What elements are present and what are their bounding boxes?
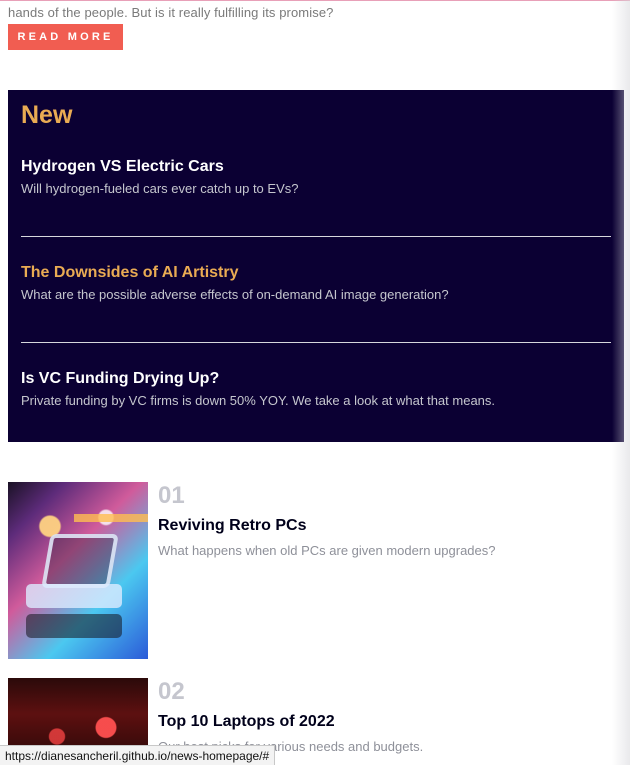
new-article-description: Private funding by VC firms is down 50% … — [21, 393, 496, 409]
new-article-divider — [21, 236, 611, 237]
new-article-item: Is VC Funding Drying Up? Private funding… — [21, 369, 611, 410]
featured-list-title[interactable]: Top 10 Laptops of 2022 — [158, 712, 608, 731]
new-article-description: Will hydrogen-fueled cars ever catch up … — [21, 181, 299, 197]
news-homepage-page: hands of the people. But is it really fu… — [0, 0, 630, 765]
featured-list-copy: 01 Reviving Retro PCs What happens when … — [158, 482, 608, 659]
list-number: 01 — [158, 482, 185, 509]
featured-list-description: What happens when old PCs are given mode… — [158, 542, 496, 558]
hero-description: hands of the people. But is it really fu… — [8, 5, 334, 20]
new-article-title[interactable]: The Downsides of AI Artistry — [21, 263, 611, 282]
new-article-description: What are the possible adverse effects of… — [21, 287, 449, 303]
new-articles-panel: New Hydrogen VS Electric Cars Will hydro… — [8, 90, 624, 442]
top-rule — [0, 0, 630, 1]
retro-pc-thumbnail[interactable] — [8, 482, 148, 659]
new-section-title: New — [21, 101, 73, 129]
featured-list-title[interactable]: Reviving Retro PCs — [158, 516, 608, 535]
new-article-divider — [21, 342, 611, 343]
new-article-title[interactable]: Hydrogen VS Electric Cars — [21, 157, 611, 176]
featured-list-item: 01 Reviving Retro PCs What happens when … — [8, 482, 608, 659]
new-article-item: Hydrogen VS Electric Cars Will hydrogen-… — [21, 157, 611, 198]
new-article-item: The Downsides of AI Artistry What are th… — [21, 263, 611, 304]
new-article-title[interactable]: Is VC Funding Drying Up? — [21, 369, 611, 388]
list-number: 02 — [158, 678, 185, 705]
read-more-button[interactable]: READ MORE — [8, 24, 123, 50]
browser-status-url: https://dianesancheril.github.io/news-ho… — [0, 745, 276, 765]
